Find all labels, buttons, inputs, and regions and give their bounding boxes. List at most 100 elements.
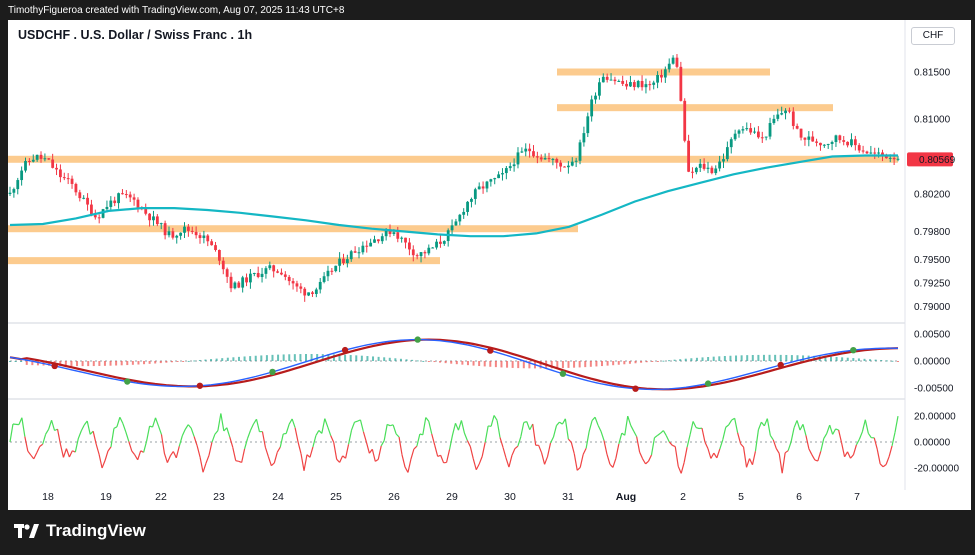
candle-body: [617, 80, 621, 82]
macd-histogram-bar: [293, 354, 296, 361]
candle-body: [155, 216, 159, 225]
oscillator-segment: [448, 434, 454, 450]
candle-body: [93, 215, 97, 218]
oscillator-segment: [330, 435, 335, 443]
oscillator-segment: [151, 417, 157, 428]
oscillator-segment: [261, 431, 267, 448]
support-resistance-zone: [557, 104, 833, 112]
oscillator-segment: [757, 421, 762, 430]
oscillator-segment: [760, 421, 765, 427]
macd-histogram-bar: [427, 361, 430, 362]
candle-body: [62, 177, 66, 179]
macd-histogram-bar: [204, 359, 207, 361]
macd-histogram-bar: [299, 354, 302, 361]
oscillator-segment: [315, 430, 320, 436]
oscillator-segment: [734, 418, 739, 433]
oscillator-segment: [781, 452, 786, 474]
candle-body: [497, 174, 500, 179]
candle-body: [8, 192, 12, 194]
macd-histogram-bar: [288, 354, 291, 361]
oscillator-segment: [817, 451, 822, 462]
oscillator-segment: [270, 462, 275, 467]
oscillator-segment: [143, 440, 148, 453]
candle-body: [303, 288, 307, 296]
oscillator-segment: [502, 447, 507, 459]
candle-body: [179, 232, 183, 236]
macd-histogram-bar: [668, 360, 671, 362]
oscillator-segment: [695, 426, 700, 430]
oscillator-segment: [214, 430, 219, 435]
candle-body: [345, 259, 349, 264]
candle-body: [256, 272, 260, 277]
candle-body: [27, 160, 31, 162]
macd-histogram-bar: [751, 355, 754, 361]
oscillator-segment: [422, 417, 427, 435]
candle-body: [892, 157, 896, 160]
oscillator-segment: [51, 420, 56, 431]
candle-body: [252, 272, 256, 274]
macd-histogram-bar: [651, 361, 654, 362]
oscillator-segment: [386, 423, 391, 427]
oscillator-segment: [30, 454, 35, 460]
candle-body: [291, 281, 295, 284]
oscillator-segment: [36, 446, 41, 454]
oscillator-segment: [799, 424, 804, 431]
oscillator-segment: [710, 452, 715, 459]
oscillator-segment: [202, 462, 207, 473]
oscillator-segment: [600, 431, 605, 441]
oscillator-segment: [754, 429, 760, 452]
macd-histogram-bar: [561, 361, 564, 369]
chart-canvas[interactable]: 0.81500 0.81000 0.80200 0.79800 0.79500 0.792…: [0, 0, 975, 555]
macd-histogram-bar: [835, 357, 838, 361]
oscillator-segment: [505, 457, 510, 468]
oscillator-segment: [544, 456, 549, 465]
support-resistance-zone: [557, 68, 770, 76]
oscillator-segment: [808, 448, 813, 455]
candle-body: [547, 158, 551, 160]
oscillator-segment: [689, 421, 694, 435]
oscillator-segment: [704, 441, 709, 449]
macd-histogram-bar: [243, 356, 246, 361]
oscillator-segment: [840, 442, 846, 457]
macd-histogram-bar: [271, 354, 274, 361]
candle-body: [373, 239, 376, 243]
oscillator-segment: [95, 443, 100, 455]
candle-body: [233, 282, 237, 289]
oscillator-segment: [790, 427, 795, 443]
candle-body: [772, 118, 776, 124]
candle-body: [431, 247, 435, 249]
price-axis-label: 0.79250: [914, 279, 951, 290]
oscillator-segment: [686, 434, 691, 448]
time-axis-label: 25: [330, 491, 342, 503]
macd-histogram-bar: [372, 356, 375, 361]
macd-histogram-bar: [159, 361, 162, 364]
macd-histogram-bar: [589, 361, 592, 367]
candle-body: [198, 235, 202, 239]
candle-body: [435, 241, 438, 248]
macd-histogram-bar: [679, 359, 682, 361]
macd-histogram-bar: [237, 356, 240, 361]
macd-histogram-bar: [137, 361, 140, 365]
candle-body: [559, 162, 563, 167]
oscillator-segment: [647, 454, 653, 462]
oscillator-segment: [579, 454, 584, 468]
oscillator-segment: [481, 442, 486, 457]
candle-body: [842, 140, 846, 142]
macd-histogram-bar: [880, 360, 883, 362]
macd-histogram-bar: [623, 361, 626, 365]
macd-histogram-bar: [656, 361, 659, 362]
candle-body: [753, 131, 756, 133]
candle-body: [163, 223, 167, 236]
macd-histogram-bar: [210, 359, 213, 361]
oscillator-segment: [401, 454, 406, 468]
candle-body: [830, 142, 834, 144]
oscillator-segment: [134, 454, 139, 461]
candle-body: [749, 128, 753, 133]
macd-histogram-bar: [500, 361, 503, 368]
candle-body: [39, 154, 43, 159]
macd-histogram-bar: [740, 355, 743, 361]
macd-histogram-bar: [790, 355, 793, 361]
candle-body: [574, 160, 578, 162]
macd-histogram-bar: [131, 361, 134, 365]
macd-histogram-bar: [422, 360, 425, 362]
